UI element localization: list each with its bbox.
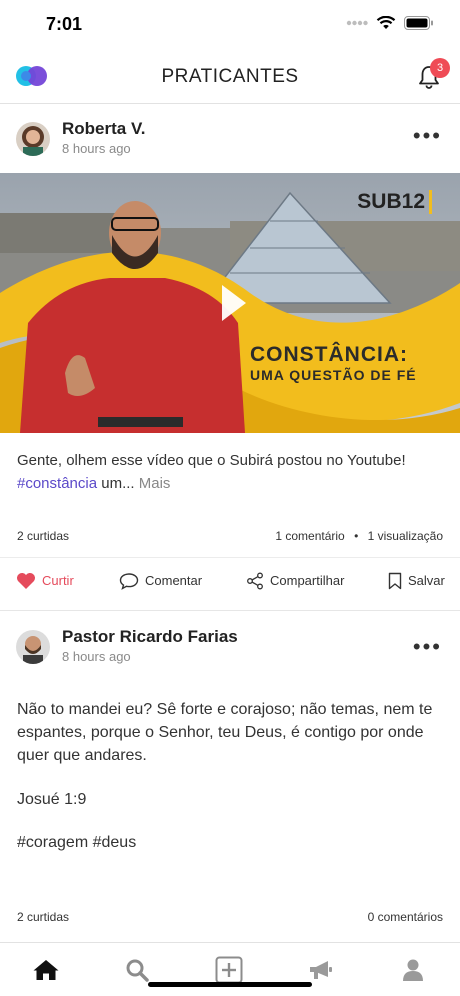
post-stats: 2 curtidas 1 comentário • 1 visualização: [17, 529, 443, 543]
add-icon: [215, 956, 243, 984]
separator-dot: •: [354, 529, 359, 543]
video-title-line2: UMA QUESTÃO DE FÉ: [250, 367, 417, 383]
home-indicator: [148, 982, 312, 987]
tab-search[interactable]: [122, 955, 152, 985]
views-count: 1 visualização: [367, 529, 443, 543]
post-reference: Josué 1:9: [17, 791, 87, 808]
avatar[interactable]: [16, 122, 50, 156]
tab-home[interactable]: [31, 955, 61, 985]
wifi-icon: [376, 16, 396, 29]
battery-icon: [404, 16, 433, 30]
share-icon: [247, 572, 263, 589]
post-stats: 2 curtidas 0 comentários: [17, 910, 443, 924]
comments-count[interactable]: 0 comentários: [368, 910, 443, 924]
save-label: Salvar: [408, 573, 445, 588]
video-brand: SUB12: [357, 190, 432, 214]
status-icons: [346, 16, 434, 30]
heart-icon: [17, 572, 35, 589]
video-title-line1: CONSTÂNCIA:: [250, 343, 408, 366]
status-bar: 7:01: [0, 0, 460, 50]
comments-count[interactable]: 1 comentário: [275, 529, 344, 543]
post-time: 8 hours ago: [62, 649, 131, 664]
bookmark-icon: [388, 572, 402, 589]
page-title: PRATICANTES: [161, 66, 299, 87]
post-text: Não to mandei eu? Sê forte e corajoso; n…: [17, 701, 433, 764]
status-time: 7:01: [46, 14, 83, 34]
share-button[interactable]: Compartilhar: [246, 572, 344, 590]
tab-profile[interactable]: [398, 955, 428, 985]
tab-announcements[interactable]: [306, 955, 336, 985]
tab-add[interactable]: [214, 955, 244, 985]
hashtag-link[interactable]: #coragem #deus: [17, 831, 447, 854]
post-time: 8 hours ago: [62, 141, 131, 156]
notification-badge: 3: [430, 58, 450, 78]
post-author[interactable]: Pastor Ricardo Farias: [62, 627, 238, 647]
caption-text: Gente, olhem esse vídeo que o Subirá pos…: [17, 452, 406, 469]
post-author[interactable]: Roberta V.: [62, 119, 145, 139]
hashtag-link[interactable]: #constância: [17, 475, 97, 492]
avatar[interactable]: [16, 630, 50, 664]
share-label: Compartilhar: [270, 573, 345, 588]
feed-post: Pastor Ricardo Farias 8 hours ago ••• Nã…: [0, 612, 460, 942]
comment-button[interactable]: Comentar: [119, 572, 202, 590]
save-button[interactable]: Salvar: [388, 572, 445, 590]
profile-icon: [403, 959, 423, 981]
more-link[interactable]: Mais: [139, 475, 171, 492]
video-thumbnail[interactable]: SUB12 CONSTÂNCIA: UMA QUESTÃO DE FÉ: [0, 173, 460, 433]
bottom-tab-bar: [0, 942, 460, 996]
like-button[interactable]: Curtir: [16, 572, 74, 590]
app-header: PRATICANTES: [0, 50, 460, 104]
more-options-icon[interactable]: •••: [413, 634, 442, 660]
search-icon: [126, 959, 149, 982]
home-icon: [33, 960, 59, 980]
post-caption: Gente, olhem esse vídeo que o Subirá pos…: [17, 449, 447, 495]
more-options-icon[interactable]: •••: [413, 123, 442, 149]
post-actions: Curtir Comentar Compartilhar Salvar: [0, 557, 460, 603]
feed-post: Roberta V. 8 hours ago ••• SUB12 CONSTÂN…: [0, 105, 460, 611]
caption-rest: um...: [97, 475, 135, 492]
likes-count[interactable]: 2 curtidas: [17, 910, 69, 924]
comment-icon: [119, 572, 139, 590]
megaphone-icon: [310, 961, 332, 979]
engagement-stats: 1 comentário • 1 visualização: [275, 529, 443, 543]
likes-count[interactable]: 2 curtidas: [17, 529, 69, 543]
like-label: Curtir: [42, 573, 74, 588]
signal-icon: [346, 20, 368, 26]
comment-label: Comentar: [145, 573, 203, 588]
